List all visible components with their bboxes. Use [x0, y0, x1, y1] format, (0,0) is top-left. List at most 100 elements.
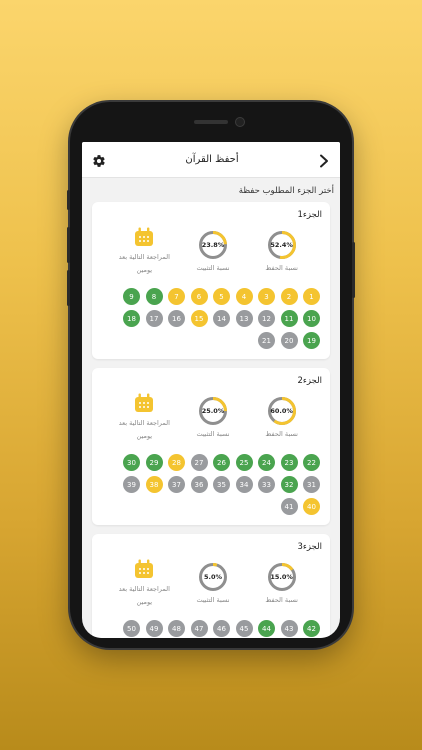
consolidation-stat: 25.0% نسبة التثبيت: [179, 390, 248, 438]
page-title: أحفظ القرآن: [185, 154, 239, 165]
page-pill[interactable]: 19: [303, 332, 320, 349]
volume-down-button: [67, 270, 70, 306]
memorization-label: نسبة الحفظ: [265, 264, 298, 272]
page-pills: 42434445464748495051: [100, 620, 322, 638]
consolidation-label: نسبة التثبيت: [196, 264, 230, 272]
page-pill[interactable]: 48: [168, 620, 185, 637]
page-pill[interactable]: 44: [258, 620, 275, 637]
page-pill[interactable]: 26: [213, 454, 230, 471]
volume-up-button: [67, 227, 70, 263]
page-pill[interactable]: 50: [123, 620, 140, 637]
page-pill[interactable]: 2: [280, 288, 298, 305]
page-pill[interactable]: 9: [123, 288, 140, 305]
next-review-label: المراجعة التالية بعد يومين: [118, 419, 170, 440]
next-review-label: المراجعة التالية بعد يومين: [118, 253, 170, 274]
page-pill[interactable]: 41: [280, 498, 298, 515]
memorization-ring: 15.0%: [267, 562, 297, 592]
memorization-stat: 15.0% نسبة الحفظ: [247, 556, 316, 604]
page-pill[interactable]: 47: [190, 620, 208, 637]
page-pill[interactable]: 45: [235, 620, 253, 637]
page-pill[interactable]: 30: [123, 454, 140, 471]
page-pill[interactable]: 38: [145, 476, 163, 493]
page-pill[interactable]: 22: [303, 454, 320, 471]
juz-card[interactable]: الجزء1 المراجعة التالية بعد يومين 23.8% نسب…: [92, 202, 330, 359]
page-pill[interactable]: 40: [303, 498, 320, 515]
juz-title: الجزء3: [297, 542, 322, 552]
page-pill[interactable]: 31: [303, 476, 320, 493]
page-pill[interactable]: 29: [145, 454, 163, 471]
consolidation-stat: 5.0% نسبة التثبيت: [179, 556, 248, 604]
page-pill[interactable]: 34: [235, 476, 253, 493]
page-pill[interactable]: 21: [258, 332, 275, 349]
page-pill[interactable]: 35: [213, 476, 230, 493]
page-pills: 22 23 24 25 26 27 28 29 30 31 32 33 34 35 36 37 38 39 40 41: [100, 454, 322, 515]
memorization-ring: 52.4%: [267, 230, 297, 260]
instruction-text: أختر الجزء المطلوب حفظة: [238, 186, 334, 196]
page-pill[interactable]: 43: [280, 620, 298, 637]
page-pill[interactable]: 28: [168, 454, 185, 471]
memorization-percent: 60.0%: [270, 407, 293, 415]
memorization-label: نسبة الحفظ: [265, 596, 298, 604]
page-pill[interactable]: 27: [190, 454, 208, 471]
page-pill[interactable]: 33: [258, 476, 275, 493]
page-pill[interactable]: 23: [280, 454, 298, 471]
juz-title: الجزء1: [297, 210, 322, 220]
chevron-right-icon[interactable]: [318, 153, 330, 167]
page-pill[interactable]: 25: [235, 454, 253, 471]
page-pill[interactable]: 46: [213, 620, 230, 637]
speaker-grille: [194, 120, 228, 124]
page-pill[interactable]: 17: [145, 310, 163, 327]
page-pill[interactable]: 42: [303, 620, 320, 637]
page-pill[interactable]: 32: [280, 476, 298, 493]
page-pill[interactable]: 15: [190, 310, 208, 327]
consolidation-percent: 23.8%: [201, 241, 225, 249]
page-pill[interactable]: 16: [168, 310, 185, 327]
calendar-icon: [133, 558, 155, 580]
memorization-percent: 52.4%: [270, 241, 293, 249]
consolidation-percent: 5.0%: [203, 573, 223, 581]
page-pill[interactable]: 8: [145, 288, 163, 305]
juz-stats: المراجعة التالية بعد يومين 25.0% نسبة التث…: [100, 390, 322, 452]
next-review-label: المراجعة التالية بعد يومين: [118, 585, 170, 606]
page-pill[interactable]: 4: [235, 288, 253, 305]
page-pill[interactable]: 14: [213, 310, 230, 327]
power-button: [352, 242, 355, 298]
gear-icon[interactable]: [92, 153, 106, 167]
page-pill[interactable]: 24: [258, 454, 275, 471]
page-pill[interactable]: 1: [303, 288, 320, 305]
page-pill[interactable]: 6: [190, 288, 208, 305]
calendar-icon: [133, 226, 155, 248]
mute-switch: [67, 190, 70, 210]
page-pill[interactable]: 10: [303, 310, 320, 327]
juz-list: الجزء1 المراجعة التالية بعد يومين 23.8% نسب…: [82, 202, 340, 638]
juz-card[interactable]: الجزء2 المراجعة التالية بعد يومين 25.0% نسب…: [92, 368, 330, 525]
consolidation-label: نسبة التثبيت: [196, 430, 230, 438]
app-screen: أحفظ القرآن أختر الجزء المطلوب حفظة الجز…: [82, 142, 340, 638]
consolidation-ring: 23.8%: [198, 230, 228, 260]
page-pill[interactable]: 20: [280, 332, 298, 349]
memorization-stat: 52.4% نسبة الحفظ: [247, 224, 316, 272]
page-pill[interactable]: 5: [213, 288, 230, 305]
page-pill[interactable]: 3: [258, 288, 275, 305]
juz-stats: المراجعة التالية بعد يومين 23.8% نسبة التث…: [100, 224, 322, 286]
page-pills: 1 2 3 4 5 6 7 8 9 10 11 12 13 14 15 16 17 18 19 20 21: [100, 288, 322, 349]
memorization-percent: 15.0%: [270, 573, 293, 581]
page-pill[interactable]: 7: [168, 288, 185, 305]
consolidation-label: نسبة التثبيت: [196, 596, 230, 604]
memorization-label: نسبة الحفظ: [265, 430, 298, 438]
page-pill[interactable]: 12: [258, 310, 275, 327]
page-pill[interactable]: 11: [280, 310, 298, 327]
calendar-icon: [133, 392, 155, 414]
phone-frame: أحفظ القرآن أختر الجزء المطلوب حفظة الجز…: [67, 102, 355, 648]
page-pill[interactable]: 18: [123, 310, 140, 327]
app-bar: أحفظ القرآن: [82, 142, 340, 178]
consolidation-ring: 25.0%: [198, 396, 228, 426]
page-pill[interactable]: 39: [123, 476, 140, 493]
page-pill[interactable]: 49: [145, 620, 163, 637]
next-review: المراجعة التالية بعد يومين: [110, 224, 179, 277]
page-pill[interactable]: 13: [235, 310, 253, 327]
juz-card[interactable]: الجزء3 المراجعة التالية بعد يومين 5.0% نسبة…: [92, 534, 330, 638]
page-pill[interactable]: 37: [168, 476, 185, 493]
juz-stats: المراجعة التالية بعد يومين 5.0% نسبة التثب…: [100, 556, 322, 618]
page-pill[interactable]: 36: [190, 476, 208, 493]
